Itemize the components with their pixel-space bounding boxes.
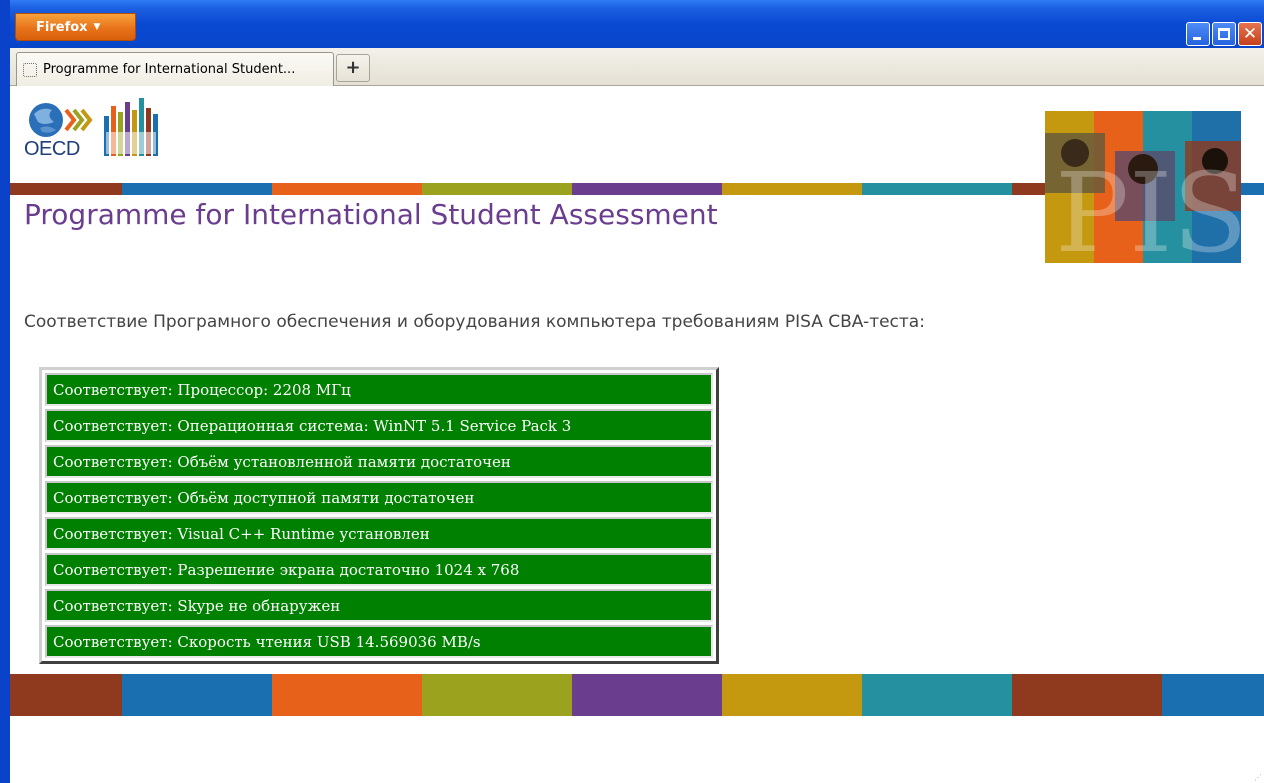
chevron-down-icon: ▼	[93, 22, 101, 32]
stripe-segment	[272, 183, 422, 195]
minimize-button[interactable]	[1186, 22, 1210, 46]
firefox-menu-button[interactable]: Firefox ▼	[15, 13, 136, 41]
window-titlebar[interactable]: Firefox ▼ ✕	[0, 0, 1264, 48]
oecd-logo: OECD	[24, 96, 174, 162]
close-window-button[interactable]: ✕	[1238, 22, 1262, 46]
requirement-row: Соответствует: Объём установленной памят…	[45, 445, 713, 478]
page-favicon-icon	[23, 62, 37, 77]
tab-strip: Programme for International Student... +	[10, 48, 1264, 86]
requirement-row: Соответствует: Скорость чтения USB 14.56…	[45, 625, 713, 658]
stripe-segment	[122, 183, 272, 195]
stripe-segment	[272, 674, 422, 716]
new-tab-button[interactable]: +	[336, 54, 370, 82]
page-title: Programme for International Student Asse…	[24, 198, 718, 231]
stripe-segment	[862, 674, 1012, 716]
stripe-segment	[1162, 674, 1264, 716]
window-controls: ✕	[1186, 22, 1262, 46]
stripe-segment	[1012, 674, 1162, 716]
tab-pisa[interactable]: Programme for International Student...	[16, 52, 334, 86]
page-content: OECD PISA Programme for International St…	[10, 86, 1264, 783]
pisa-collage-image: PISA	[1045, 111, 1264, 277]
stripe-segment	[422, 183, 572, 195]
stripe-segment	[572, 674, 722, 716]
requirement-row: Соответствует: Visual C++ Runtime устано…	[45, 517, 713, 550]
tab-title: Programme for International Student...	[43, 62, 296, 77]
oecd-logo-text: OECD	[24, 138, 80, 160]
color-stripe-bottom	[10, 674, 1264, 716]
requirement-row: Соответствует: Skype не обнаружен	[45, 589, 713, 622]
resize-grip-icon[interactable]: ⋰	[1254, 773, 1262, 782]
stripe-segment	[122, 674, 272, 716]
maximize-button[interactable]	[1212, 22, 1236, 46]
stripe-segment	[10, 674, 122, 716]
stripe-segment	[422, 674, 572, 716]
stripe-segment	[862, 183, 1012, 195]
svg-text:PISA: PISA	[1055, 149, 1241, 263]
requirement-row: Соответствует: Процессор: 2208 МГц	[45, 373, 713, 406]
close-icon: ✕	[1242, 24, 1258, 44]
stripe-segment	[572, 183, 722, 195]
requirement-row: Соответствует: Операционная система: Win…	[45, 409, 713, 442]
stripe-segment	[722, 183, 862, 195]
maximize-icon	[1218, 28, 1230, 40]
stripe-segment	[10, 183, 122, 195]
compatibility-heading: Соответствие Програмного обеспечения и о…	[24, 312, 925, 332]
requirement-row: Соответствует: Разрешение экрана достато…	[45, 553, 713, 586]
requirements-table: Соответствует: Процессор: 2208 МГц Соотве…	[39, 367, 719, 664]
stripe-segment	[722, 674, 862, 716]
requirement-row: Соответствует: Объём доступной памяти до…	[45, 481, 713, 514]
window-left-border	[0, 0, 10, 783]
pisa-students-image: PISA	[1045, 111, 1264, 277]
firefox-menu-label: Firefox	[36, 19, 88, 35]
minimize-icon	[1193, 37, 1201, 40]
